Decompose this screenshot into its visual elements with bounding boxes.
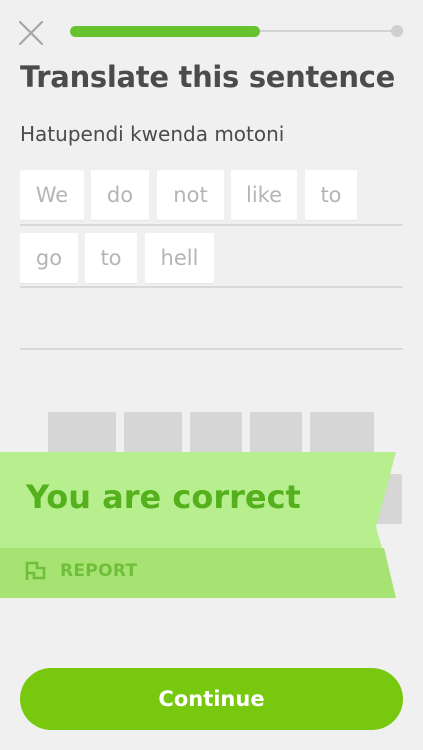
close-button[interactable] [16, 18, 46, 48]
answer-word[interactable]: like [231, 170, 297, 220]
answer-word[interactable]: to [305, 170, 357, 220]
answer-word[interactable]: hell [145, 233, 214, 283]
answer-word[interactable]: go [20, 233, 78, 283]
answer-word[interactable]: to [85, 233, 137, 283]
source-sentence[interactable]: Hatupendi kwenda motoni [20, 122, 284, 146]
report-button[interactable]: REPORT [24, 560, 137, 582]
progress-bar-fill [70, 26, 260, 37]
answer-line [20, 348, 403, 350]
exercise-title: Translate this sentence [20, 60, 396, 94]
feedback-message: You are correct [26, 478, 301, 516]
report-label: REPORT [60, 561, 138, 581]
answer-line [20, 286, 403, 288]
close-icon [18, 20, 44, 46]
answer-word[interactable]: not [157, 170, 224, 220]
continue-button[interactable]: Continue [20, 668, 403, 730]
answer-line [20, 224, 403, 226]
flag-icon [25, 561, 46, 580]
answer-word[interactable]: We [20, 170, 84, 220]
answer-word[interactable]: do [91, 170, 149, 220]
progress-end-dot [391, 25, 403, 37]
